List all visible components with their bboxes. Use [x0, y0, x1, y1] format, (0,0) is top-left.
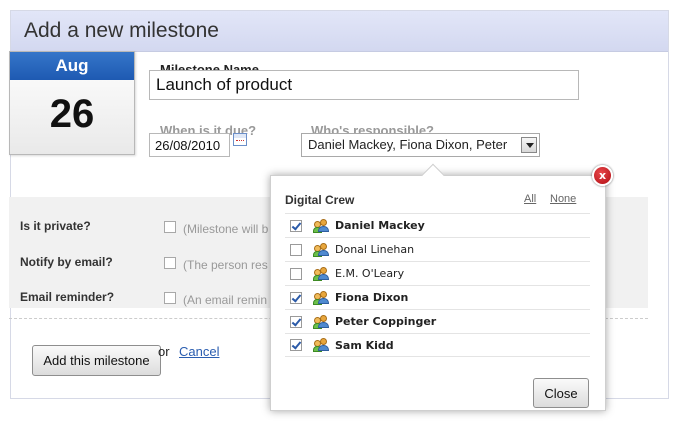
email-reminder-checkbox[interactable]: [164, 292, 176, 304]
close-icon[interactable]: x: [592, 165, 613, 186]
chevron-down-icon[interactable]: [521, 137, 537, 153]
person-name: Fiona Dixon: [335, 291, 409, 304]
person-name: Daniel Mackey: [335, 219, 425, 232]
user-group-icon: [313, 338, 330, 352]
select-all-link[interactable]: All: [524, 193, 536, 205]
email-reminder-label: Email reminder?: [20, 290, 115, 304]
email-reminder-help-text: (An email remin: [183, 293, 268, 307]
calendar-picker-icon[interactable]: [233, 133, 247, 146]
user-group-icon: [313, 290, 330, 305]
person-name: E.M. O'Leary: [335, 267, 405, 280]
calendar-month: Aug: [10, 52, 134, 80]
person-checkbox[interactable]: [290, 219, 302, 232]
person-checkbox[interactable]: [290, 291, 302, 304]
list-item[interactable]: Fiona Dixon: [285, 285, 590, 309]
list-item[interactable]: Donal Linehan: [285, 237, 590, 261]
person-name: Peter Coppinger: [335, 315, 437, 328]
person-checkbox[interactable]: [290, 339, 302, 351]
due-date-input[interactable]: [149, 133, 230, 157]
person-checkbox[interactable]: [290, 315, 302, 328]
dialog-header: Add a new milestone: [11, 11, 668, 52]
responsible-value: Daniel Mackey, Fiona Dixon, Peter: [308, 137, 508, 152]
dialog-title: Add a new milestone: [24, 19, 219, 42]
user-group-icon: [313, 266, 330, 281]
list-item[interactable]: E.M. O'Leary: [285, 261, 590, 285]
list-item[interactable]: Daniel Mackey: [285, 213, 590, 237]
calendar-widget: Aug 26: [9, 51, 135, 155]
or-text: or: [158, 344, 170, 359]
user-group-icon: [313, 314, 330, 329]
private-checkbox[interactable]: [164, 221, 176, 233]
close-button[interactable]: Close: [533, 378, 589, 408]
people-list: Daniel Mackey Donal Linehan E.M. O'Leary…: [285, 213, 590, 357]
select-none-link[interactable]: None: [550, 193, 576, 205]
private-help-text: (Milestone will b: [183, 222, 269, 236]
person-checkbox[interactable]: [290, 267, 302, 280]
add-milestone-button[interactable]: Add this milestone: [32, 345, 161, 376]
user-group-icon: [313, 242, 330, 257]
calendar-day: 26: [49, 92, 95, 136]
person-name: Sam Kidd: [335, 338, 394, 352]
user-group-icon: [313, 218, 330, 233]
list-item[interactable]: Peter Coppinger: [285, 309, 590, 333]
person-name: Donal Linehan: [335, 243, 415, 256]
list-item[interactable]: Sam Kidd: [285, 333, 590, 357]
group-title: Digital Crew: [285, 193, 355, 207]
notify-email-checkbox[interactable]: [164, 257, 176, 269]
milestone-name-input[interactable]: [149, 70, 579, 100]
private-label: Is it private?: [20, 219, 91, 233]
notify-email-label: Notify by email?: [20, 255, 113, 269]
responsible-select[interactable]: Daniel Mackey, Fiona Dixon, Peter: [301, 133, 540, 157]
person-checkbox[interactable]: [290, 243, 302, 256]
notify-email-help-text: (The person res: [183, 258, 268, 272]
cancel-link[interactable]: Cancel: [179, 344, 219, 359]
